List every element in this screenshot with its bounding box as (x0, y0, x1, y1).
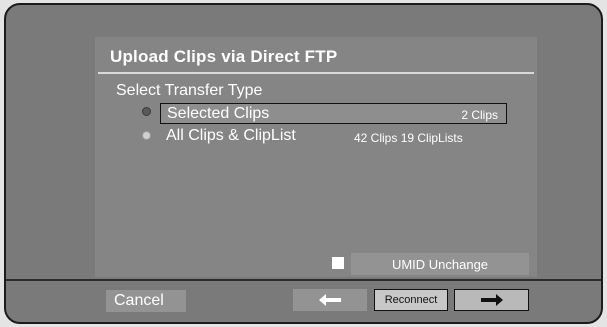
arrow-left-icon (319, 294, 341, 306)
prev-button[interactable] (293, 289, 367, 311)
screen: Upload Clips via Direct FTP Select Trans… (4, 3, 603, 324)
option-count: 2 Clips (461, 108, 498, 122)
option-selected-clips[interactable]: Selected Clips 2 Clips (160, 103, 507, 124)
option-count: 42 Clips 19 ClipLists (354, 131, 463, 145)
dialog-title: Upload Clips via Direct FTP (110, 47, 338, 66)
title-divider (98, 72, 534, 74)
arrow-right-icon (480, 294, 503, 306)
radio-all-clips[interactable] (142, 131, 151, 140)
umid-unchange-button[interactable]: UMID Unchange (351, 253, 529, 275)
radio-selected-clips[interactable] (142, 107, 151, 116)
option-label: All Clips & ClipList (166, 127, 296, 144)
transfer-type-label: Select Transfer Type (116, 82, 263, 99)
umid-checkbox[interactable] (332, 257, 344, 269)
cancel-button[interactable]: Cancel (106, 290, 186, 312)
footer-divider (6, 279, 601, 281)
reconnect-button[interactable]: Reconnect (374, 289, 448, 311)
option-label: Selected Clips (167, 105, 270, 122)
option-all-clips[interactable]: All Clips & ClipList 42 Clips 19 ClipLis… (160, 126, 507, 147)
next-button[interactable] (454, 289, 529, 311)
